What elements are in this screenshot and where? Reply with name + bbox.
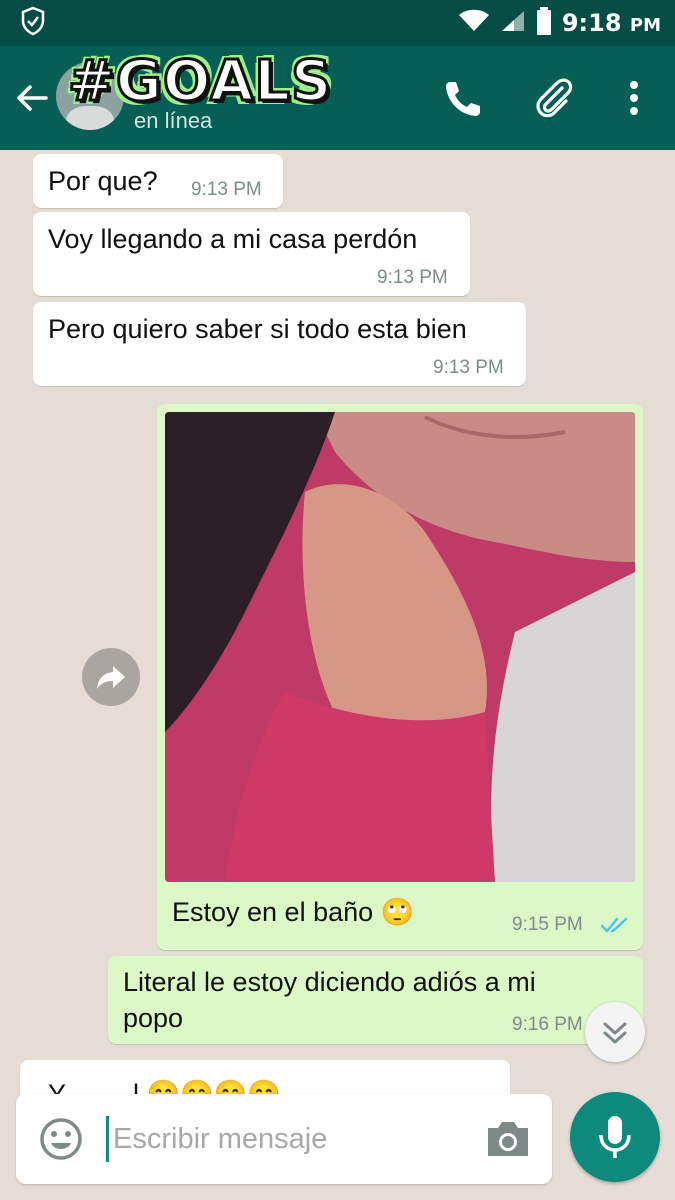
forward-icon — [97, 666, 125, 689]
image-message-bubble[interactable]: Estoy en el baño 🙄 9:15 PM — [157, 404, 643, 950]
chat-toolbar: r en línea #GOALS — [0, 46, 675, 150]
call-button[interactable] — [442, 76, 486, 120]
message-bubble-incoming[interactable]: Por que? 9:13 PM — [33, 154, 283, 208]
more-vert-icon — [630, 81, 638, 115]
compose-bar — [16, 1094, 552, 1184]
attach-button[interactable] — [532, 76, 576, 120]
scroll-to-bottom-button[interactable] — [585, 1002, 645, 1062]
camera-button[interactable] — [484, 1118, 532, 1160]
photo-content — [165, 412, 635, 882]
back-button[interactable] — [12, 78, 52, 118]
read-ticks-icon — [600, 917, 628, 933]
message-time: 9:15 PM — [512, 914, 583, 935]
message-time: 9:13 PM — [433, 357, 504, 378]
image-caption: Estoy en el baño 🙄 — [172, 897, 415, 927]
back-arrow-icon — [17, 85, 48, 111]
message-input[interactable] — [106, 1116, 466, 1162]
message-text: Voy llegando a mi casa perdón — [48, 224, 418, 254]
smiley-icon — [40, 1118, 82, 1160]
signal-icon — [500, 9, 526, 38]
status-bar: 9:18 PM — [0, 0, 675, 46]
message-bubble-incoming[interactable]: Pero quiero saber si todo esta bien 9:13… — [33, 302, 526, 386]
double-chevron-down-icon — [603, 1022, 627, 1044]
phone-icon — [446, 82, 480, 116]
forward-button[interactable] — [82, 648, 140, 706]
message-time: 9:16 PM — [512, 1014, 583, 1035]
shield-icon — [20, 6, 46, 41]
emoji-button[interactable] — [38, 1116, 84, 1162]
message-bubble-incoming[interactable]: Voy llegando a mi casa perdón 9:13 PM — [33, 212, 470, 296]
shared-photo[interactable] — [165, 412, 635, 882]
wifi-icon — [458, 9, 490, 38]
camera-icon — [488, 1122, 528, 1156]
message-bubble-outgoing[interactable]: Literal le estoy diciendo adiós a mi pop… — [108, 956, 643, 1044]
message-time: 9:13 PM — [377, 267, 448, 288]
clock: 9:18 PM — [561, 9, 661, 37]
message-text: Pero quiero saber si todo esta bien — [48, 314, 467, 344]
chat-area[interactable]: Por que? 9:13 PM Voy llegando a mi casa … — [0, 150, 675, 1200]
microphone-icon — [599, 1116, 631, 1158]
goals-sticker: #GOALS — [66, 49, 333, 114]
voice-message-button[interactable] — [570, 1092, 660, 1182]
more-options-button[interactable] — [612, 76, 656, 120]
message-text: Por que? — [48, 166, 158, 196]
message-time: 9:13 PM — [191, 179, 262, 200]
paperclip-icon — [536, 78, 573, 118]
battery-icon — [536, 6, 552, 40]
